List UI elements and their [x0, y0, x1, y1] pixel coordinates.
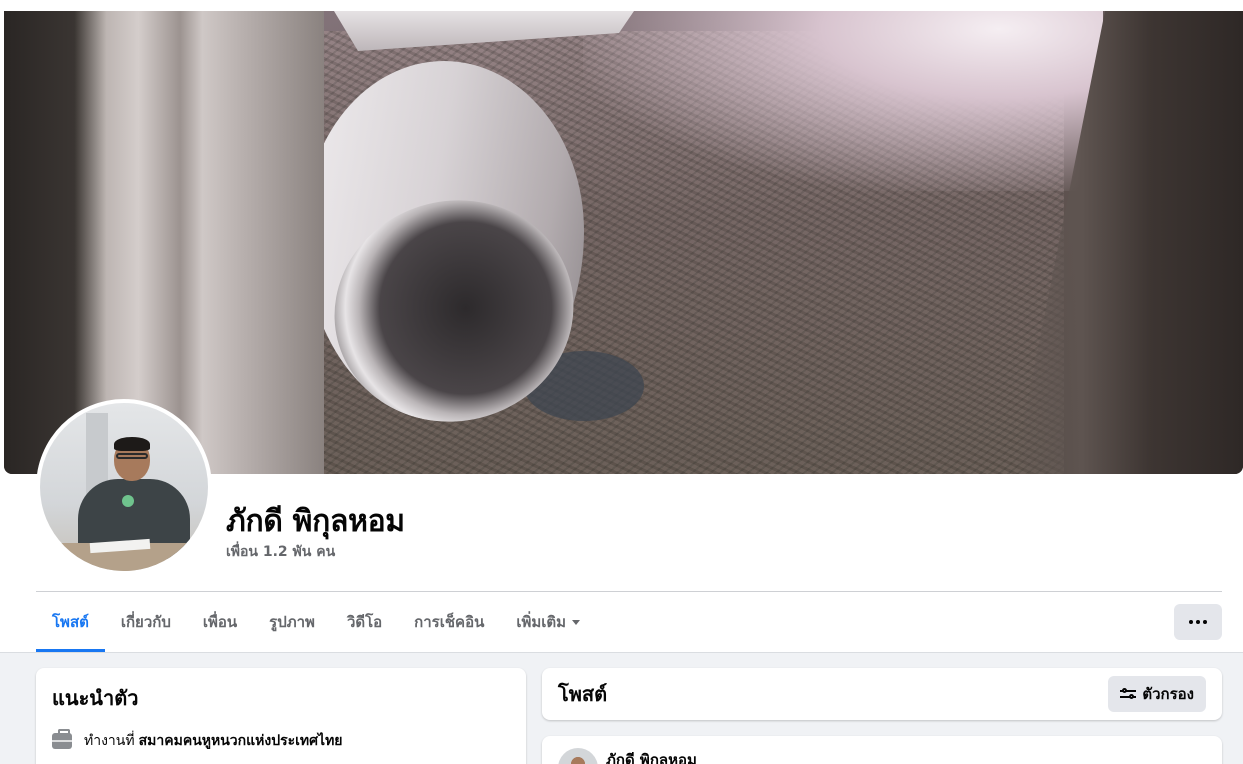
- tab-photos[interactable]: รูปภาพ: [253, 592, 331, 652]
- tab-more[interactable]: เพิ่มเติม: [500, 592, 596, 652]
- cover-photo[interactable]: [4, 11, 1243, 474]
- cover-window-frame-left: [4, 11, 324, 474]
- tab-posts[interactable]: โพสต์: [36, 592, 105, 652]
- intro-card: แนะนำตัว ทำงานที่ สมาคมคนหูหนวกแห่งประเท…: [36, 668, 526, 764]
- tab-about[interactable]: เกี่ยวกับ: [105, 592, 187, 652]
- filter-sliders-icon: [1120, 687, 1137, 701]
- intro-title: แนะนำตัว: [52, 686, 139, 710]
- tab-label: เพิ่มเติม: [516, 613, 567, 631]
- briefcase-icon: [52, 729, 72, 749]
- tab-label: รูปภาพ: [269, 613, 315, 631]
- friends-count-link[interactable]: เพื่อน 1.2 พัน คน: [226, 541, 335, 563]
- profile-picture[interactable]: [36, 399, 212, 575]
- more-dots-icon: [1189, 620, 1207, 624]
- more-options-button[interactable]: [1174, 604, 1222, 640]
- work-prefix: ทำงานที่: [84, 733, 135, 749]
- filter-button[interactable]: ตัวกรอง: [1108, 676, 1206, 712]
- avatar-glasses: [116, 453, 148, 459]
- tab-label: การเช็คอิน: [414, 613, 485, 631]
- avatar-hair: [114, 437, 150, 451]
- tab-friends[interactable]: เพื่อน: [187, 592, 253, 652]
- avatar-shirt-logo: [122, 495, 134, 507]
- profile-name: ภักดี พิกุลหอม: [226, 504, 405, 539]
- cover-sky-glow: [583, 11, 1103, 191]
- avatar: [40, 403, 208, 571]
- work-organization-link[interactable]: สมาคมคนหูหนวกแห่งประเทศไทย: [139, 730, 343, 752]
- filter-label: ตัวกรอง: [1142, 685, 1194, 703]
- posts-title: โพสต์: [558, 682, 608, 706]
- tab-check-ins[interactable]: การเช็คอิน: [398, 592, 500, 652]
- post-card: ภักดี พิกุลหอม: [542, 736, 1222, 764]
- profile-tabs: โพสต์ เกี่ยวกับ เพื่อน รูปภาพ วิดีโอ การ…: [36, 592, 596, 652]
- tab-label: เกี่ยวกับ: [120, 613, 171, 631]
- caret-down-icon: [572, 619, 581, 625]
- posts-header-card: โพสต์ ตัวกรอง: [542, 668, 1222, 720]
- post-author-avatar[interactable]: [558, 748, 598, 764]
- post-author-name[interactable]: ภักดี พิกุลหอม: [606, 748, 697, 764]
- tab-videos[interactable]: วิดีโอ: [331, 592, 398, 652]
- tab-label: โพสต์: [52, 613, 89, 631]
- tab-label: วิดีโอ: [346, 613, 383, 631]
- tab-label: เพื่อน: [202, 613, 238, 631]
- top-strip: [0, 0, 1243, 11]
- intro-work-row: ทำงานที่ สมาคมคนหูหนวกแห่งประเทศไทย: [52, 729, 510, 752]
